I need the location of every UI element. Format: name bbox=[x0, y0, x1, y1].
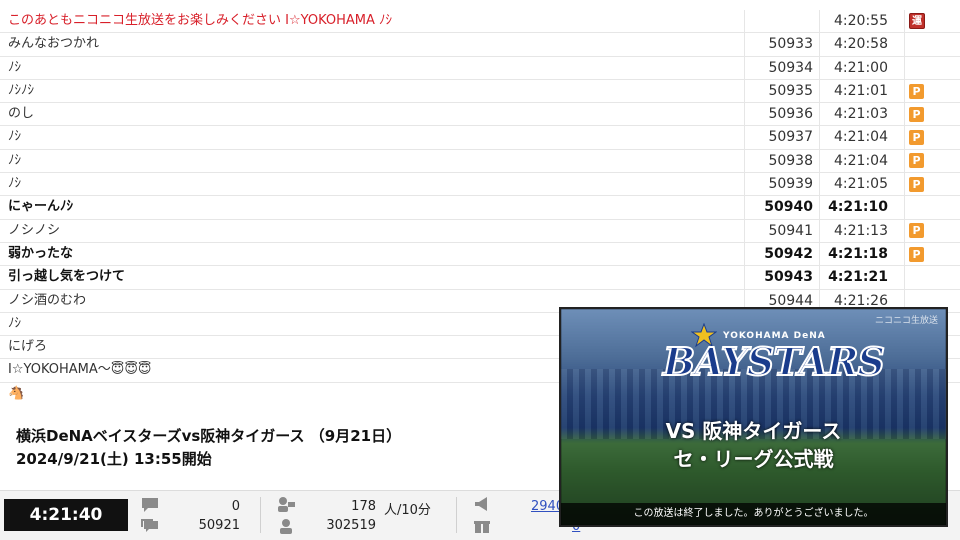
comment-row[interactable]: 弱かったな 50942 4:21:18 P bbox=[0, 242, 960, 267]
comment-number: 50935 bbox=[745, 79, 820, 103]
comment-badge-cell: P bbox=[905, 80, 960, 102]
comment-total-icon bbox=[141, 519, 158, 532]
comment-row[interactable]: ﾉｼﾉｼ 50935 4:21:01 P bbox=[0, 79, 960, 104]
channel-watermark: ニコニコ生放送 bbox=[874, 316, 938, 326]
comment-row[interactable]: にゃーんﾉｼ 50940 4:21:10 bbox=[0, 196, 960, 220]
gift-icon bbox=[474, 521, 490, 533]
viewer-unit: 人/10分 bbox=[384, 503, 431, 518]
viewer-total-icon bbox=[280, 519, 292, 534]
comment-time: 4:20:55 bbox=[820, 10, 905, 33]
comment-row[interactable]: ﾉｼ 50938 4:21:04 P bbox=[0, 149, 960, 174]
comment-text: ﾉｼﾉｼ bbox=[0, 79, 745, 103]
premium-badge-icon: P bbox=[909, 106, 924, 122]
video-player[interactable]: ニコニコ生放送 YOKOHAMA DeNA BAYSTARS VS 阪神タイガー… bbox=[559, 307, 948, 527]
comment-number: 50941 bbox=[745, 219, 820, 242]
comment-badge-cell bbox=[905, 266, 960, 288]
viewer-icon bbox=[278, 497, 295, 512]
comment-badge-cell bbox=[905, 33, 960, 55]
comment-text: このあともニコニコ生放送をお楽しみください I☆YOKOHAMA ﾉｼ bbox=[0, 10, 745, 33]
comment-badge-cell: P bbox=[905, 126, 960, 148]
program-info: 横浜DeNAベイスターズvs阪神タイガース （9月21日） 2024/9/21(… bbox=[16, 425, 401, 471]
premium-badge-icon: P bbox=[909, 246, 924, 262]
comment-time: 4:21:18 bbox=[820, 242, 905, 266]
broadcast-ended-message: この放送は終了しました。ありがとうございました。 bbox=[561, 503, 946, 525]
premium-badge-icon: P bbox=[909, 223, 924, 239]
comment-time: 4:21:10 bbox=[820, 196, 905, 219]
comment-text: にゃーんﾉｼ bbox=[0, 196, 745, 219]
ad-megaphone-icon bbox=[475, 497, 487, 511]
comment-text: のし bbox=[0, 103, 745, 126]
comment-badge-cell: P bbox=[905, 243, 960, 265]
comment-badge-cell: P bbox=[905, 150, 960, 172]
comment-count-total: 50921 bbox=[198, 518, 240, 533]
program-start-time: 2024/9/21(土) 13:55開始 bbox=[16, 450, 212, 468]
comment-number: 50939 bbox=[745, 173, 820, 196]
comment-badge-cell: P bbox=[905, 103, 960, 125]
matchup-opponent: VS 阪神タイガース bbox=[665, 419, 842, 443]
divider bbox=[260, 497, 261, 533]
comment-badge-cell: 運 bbox=[905, 10, 960, 32]
comment-badge-cell bbox=[905, 57, 960, 79]
comment-time: 4:21:01 bbox=[820, 79, 905, 103]
comment-row[interactable]: ノシノシ 50941 4:21:13 P bbox=[0, 219, 960, 243]
divider bbox=[456, 497, 457, 533]
comment-text: ﾉｼ bbox=[0, 149, 745, 173]
program-title: 横浜DeNAベイスターズvs阪神タイガース （9月21日） bbox=[16, 427, 402, 445]
comment-text: ノシノシ bbox=[0, 219, 745, 242]
comment-number: 50934 bbox=[745, 56, 820, 79]
comment-row[interactable]: みんなおつかれ 50933 4:20:58 bbox=[0, 33, 960, 57]
comment-number: 50942 bbox=[745, 242, 820, 266]
comment-time: 4:20:58 bbox=[820, 33, 905, 56]
viewer-count-total: 302519 bbox=[326, 518, 376, 533]
matchup-caption: VS 阪神タイガース セ・リーグ公式戦 bbox=[621, 417, 886, 473]
elapsed-time: 4:21:40 bbox=[4, 499, 128, 531]
comment-time: 4:21:04 bbox=[820, 126, 905, 149]
premium-badge-icon: P bbox=[909, 153, 924, 169]
comment-time: 4:21:05 bbox=[820, 173, 905, 196]
comment-text: ﾉｼ bbox=[0, 126, 745, 149]
comment-text: みんなおつかれ bbox=[0, 33, 745, 56]
comment-number: 50933 bbox=[745, 33, 820, 56]
matchup-league: セ・リーグ公式戦 bbox=[673, 447, 834, 471]
comment-icon bbox=[142, 498, 158, 512]
comment-number: 50936 bbox=[745, 103, 820, 126]
premium-badge-icon: P bbox=[909, 83, 924, 99]
premium-badge-icon: P bbox=[909, 176, 924, 192]
comment-text: 引っ越し気をつけて bbox=[0, 266, 745, 289]
comment-row[interactable]: ﾉｼ 50937 4:21:04 P bbox=[0, 126, 960, 150]
comment-row[interactable]: 引っ越し気をつけて 50943 4:21:21 bbox=[0, 266, 960, 290]
comment-count-now: 0 bbox=[231, 499, 240, 514]
premium-badge-icon: P bbox=[909, 130, 924, 146]
comment-row[interactable]: このあともニコニコ生放送をお楽しみください I☆YOKOHAMA ﾉｼ 4:20:… bbox=[0, 10, 960, 34]
comment-time: 4:21:03 bbox=[820, 103, 905, 126]
comment-text: ﾉｼ bbox=[0, 56, 745, 79]
comment-number: 50938 bbox=[745, 149, 820, 173]
comment-time: 4:21:13 bbox=[820, 219, 905, 242]
comment-time: 4:21:04 bbox=[820, 149, 905, 173]
comment-number: 50940 bbox=[745, 196, 820, 219]
comment-badge-cell: P bbox=[905, 173, 960, 195]
comment-time: 4:21:00 bbox=[820, 56, 905, 79]
comment-number: 50943 bbox=[745, 266, 820, 289]
comment-text: 弱かったな bbox=[0, 242, 745, 266]
comment-time: 4:21:21 bbox=[820, 266, 905, 289]
operator-badge-icon: 運 bbox=[909, 13, 925, 30]
comment-row[interactable]: ﾉｼ 50934 4:21:00 bbox=[0, 56, 960, 80]
team-logo: BAYSTARS bbox=[662, 338, 886, 385]
viewer-count-now: 178 bbox=[351, 499, 376, 514]
comment-badge-cell: P bbox=[905, 220, 960, 242]
comment-row[interactable]: のし 50936 4:21:03 P bbox=[0, 103, 960, 127]
comment-badge-cell bbox=[905, 196, 960, 218]
comment-text: ﾉｼ bbox=[0, 173, 745, 196]
comment-number bbox=[745, 10, 820, 33]
comment-number: 50937 bbox=[745, 126, 820, 149]
comment-row[interactable]: ﾉｼ 50939 4:21:05 P bbox=[0, 173, 960, 197]
